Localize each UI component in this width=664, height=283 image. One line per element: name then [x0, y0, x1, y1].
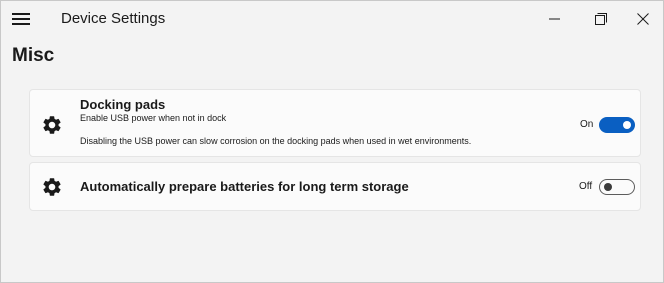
- restore-icon: [595, 13, 607, 25]
- setting-card-docking-pads: Docking pads Enable USB power when not i…: [29, 89, 641, 157]
- battery-storage-toggle[interactable]: [599, 179, 635, 195]
- window-title: Device Settings: [61, 10, 166, 27]
- minimize-button[interactable]: [532, 1, 578, 37]
- settings-window: Device Settings Misc Docking pads Enable…: [0, 0, 664, 283]
- toggle-state-label: On: [580, 119, 594, 130]
- title-bar: Device Settings: [1, 1, 663, 37]
- setting-subtitle: Enable USB power when not in dock: [80, 113, 227, 123]
- setting-title: Docking pads: [80, 97, 166, 112]
- setting-card-battery-storage: Automatically prepare batteries for long…: [29, 162, 641, 211]
- hamburger-menu-icon[interactable]: [12, 12, 30, 26]
- toggle-knob: [623, 121, 631, 129]
- close-icon: [637, 13, 649, 25]
- toggle-knob: [604, 183, 612, 191]
- toggle-state-label: Off: [579, 181, 593, 192]
- setting-description: Disabling the USB power can slow corrosi…: [80, 136, 472, 146]
- section-title: Misc: [12, 45, 55, 66]
- maximize-button[interactable]: [578, 1, 624, 37]
- docking-pads-toggle[interactable]: [599, 117, 635, 133]
- setting-title: Automatically prepare batteries for long…: [80, 179, 409, 194]
- gear-icon: [43, 178, 61, 196]
- close-button[interactable]: [624, 1, 664, 37]
- gear-icon: [43, 116, 61, 134]
- minimize-icon: [549, 18, 560, 20]
